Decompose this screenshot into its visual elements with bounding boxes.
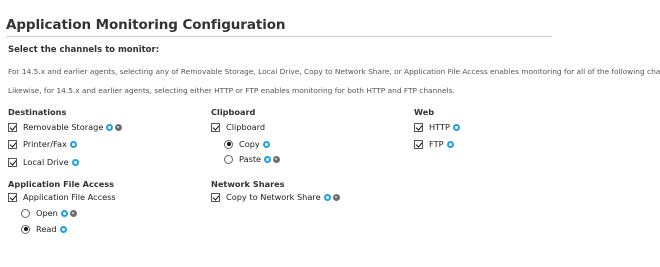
clipboard-checkbox[interactable] <box>211 122 220 132</box>
mac-icon <box>69 209 77 217</box>
application-file-access-title: Application File Access <box>8 179 115 189</box>
mac-icon <box>273 155 281 163</box>
web-group: Web HTTP FTP <box>414 106 534 151</box>
copy-to-network-share-option[interactable]: Copy to Network Share <box>211 191 340 203</box>
network-shares-title: Network Shares <box>211 179 285 189</box>
paste-label: Paste <box>239 154 262 164</box>
copy-label: Copy <box>239 139 260 149</box>
network-shares-group: Network Shares Copy to Network Share <box>211 178 401 208</box>
mac-icon <box>332 193 340 201</box>
windows-icon <box>323 193 331 201</box>
open-radio[interactable] <box>21 208 30 218</box>
web-title: Web <box>414 107 435 117</box>
application-file-access-option[interactable]: Application File Access <box>8 191 116 203</box>
paste-option[interactable]: Paste <box>224 153 281 165</box>
read-option[interactable]: Read <box>21 223 67 235</box>
windows-icon <box>264 155 272 163</box>
windows-icon <box>106 123 114 131</box>
local-drive-checkbox[interactable] <box>8 157 17 167</box>
removable-storage-checkbox[interactable] <box>8 122 17 132</box>
destinations-group: Destinations Removable Storage Printer/F… <box>8 106 198 168</box>
paste-radio[interactable] <box>224 154 233 164</box>
read-label: Read <box>36 224 57 234</box>
copy-option[interactable]: Copy <box>224 138 270 150</box>
windows-icon <box>446 140 454 148</box>
windows-icon <box>262 140 270 148</box>
printer-fax-label: Printer/Fax <box>23 139 67 149</box>
read-radio[interactable] <box>21 224 30 234</box>
clipboard-title: Clipboard <box>211 107 256 117</box>
application-file-access-label: Application File Access <box>23 192 116 202</box>
removable-storage-option[interactable]: Removable Storage <box>8 121 123 133</box>
clipboard-group: Clipboard Clipboard Copy Paste <box>211 106 391 166</box>
ftp-checkbox[interactable] <box>414 139 423 149</box>
windows-icon <box>60 209 68 217</box>
destinations-title: Destinations <box>8 107 67 117</box>
local-drive-option[interactable]: Local Drive <box>8 156 79 168</box>
http-label: HTTP <box>429 122 450 132</box>
windows-icon <box>59 225 67 233</box>
clipboard-label: Clipboard <box>226 122 266 132</box>
removable-storage-label: Removable Storage <box>23 122 104 132</box>
select-channels-label: Select the channels to monitor: <box>8 45 160 55</box>
windows-icon <box>69 140 77 148</box>
page-title: Application Monitoring Configuration <box>6 17 286 33</box>
open-label: Open <box>36 208 58 218</box>
application-file-access-group: Application File Access Application File… <box>8 178 198 238</box>
info-note-http-ftp: Likewise, for 14.5.x and earlier agents,… <box>8 86 455 95</box>
printer-fax-checkbox[interactable] <box>8 139 17 149</box>
copy-radio[interactable] <box>224 139 233 149</box>
clipboard-option[interactable]: Clipboard <box>211 121 265 133</box>
application-file-access-checkbox[interactable] <box>8 192 17 202</box>
windows-icon <box>452 123 460 131</box>
http-checkbox[interactable] <box>414 122 423 132</box>
copy-to-network-share-checkbox[interactable] <box>211 192 220 202</box>
local-drive-label: Local Drive <box>23 157 69 167</box>
copy-to-network-share-label: Copy to Network Share <box>226 192 321 202</box>
info-note-agents: For 14.5.x and earlier agents, selecting… <box>8 67 660 76</box>
printer-fax-option[interactable]: Printer/Fax <box>8 138 77 150</box>
title-divider <box>6 36 552 37</box>
windows-icon <box>71 158 79 166</box>
http-option[interactable]: HTTP <box>414 121 460 133</box>
ftp-label: FTP <box>429 139 444 149</box>
mac-icon <box>115 123 123 131</box>
ftp-option[interactable]: FTP <box>414 138 454 150</box>
open-option[interactable]: Open <box>21 207 77 219</box>
